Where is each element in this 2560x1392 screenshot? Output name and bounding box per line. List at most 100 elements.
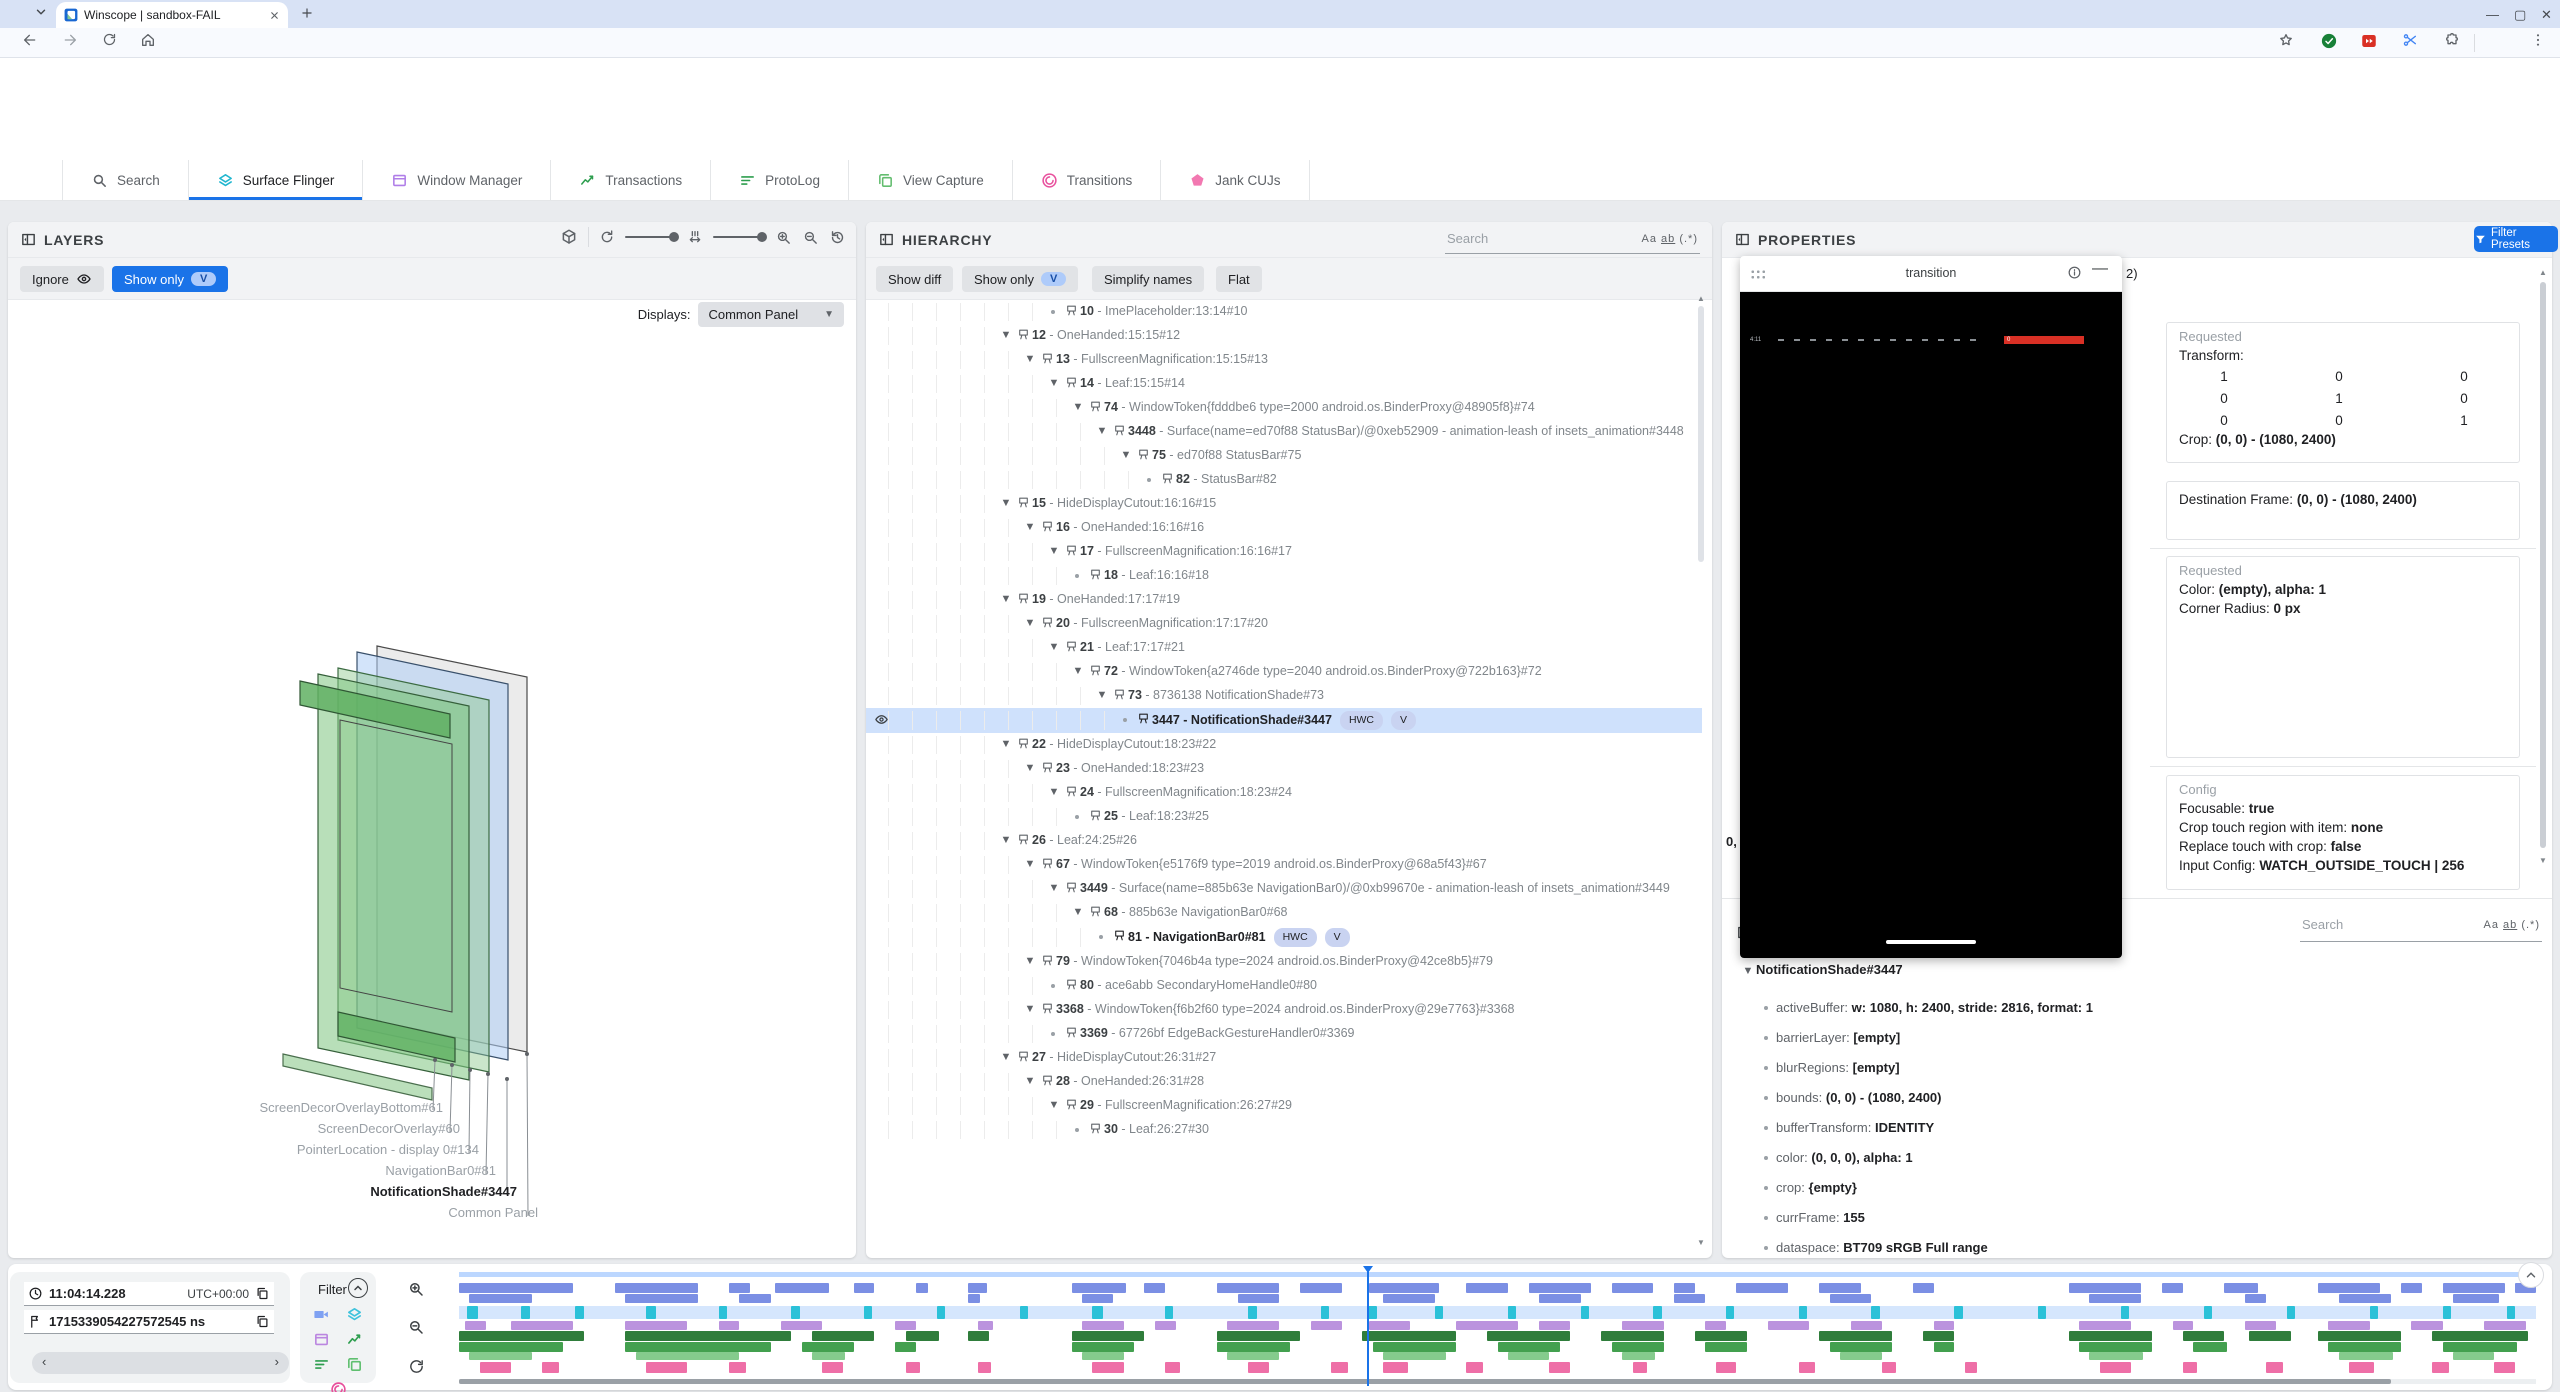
timeline-segment[interactable] xyxy=(2484,1321,2526,1330)
timeline-segment[interactable] xyxy=(2245,1294,2266,1303)
property-item-barrierLayer[interactable]: barrierLayer: [empty] xyxy=(1776,1030,1900,1045)
expander-arrow-icon[interactable]: ▼ xyxy=(1046,375,1062,392)
timeline-segment[interactable] xyxy=(906,1331,939,1341)
timeline-segment[interactable] xyxy=(2401,1283,2422,1293)
property-item-color[interactable]: color: (0, 0, 0), alpha: 1 xyxy=(1776,1150,1913,1165)
expander-arrow-icon[interactable]: ▼ xyxy=(1022,1001,1038,1018)
expander-arrow-icon[interactable]: ▼ xyxy=(1046,543,1062,560)
tree-row-29[interactable]: ▼29 - FullscreenMagnification:26:27#29 xyxy=(866,1094,1702,1118)
show-diff-chip[interactable]: Show diff xyxy=(876,266,953,292)
trace-row-green[interactable] xyxy=(459,1342,2536,1352)
scroll-down-arrow[interactable]: ▼ xyxy=(1697,1238,1705,1247)
timeline-segment[interactable] xyxy=(1082,1352,1124,1360)
tree-row-10[interactable]: 10 - ImePlaceholder:13:14#10 xyxy=(866,300,1702,324)
timeline-segment[interactable] xyxy=(2318,1283,2380,1293)
timeline-segment[interactable] xyxy=(1238,1294,1280,1303)
timeline-segment[interactable] xyxy=(1331,1362,1348,1373)
transitions-icon[interactable] xyxy=(330,1381,347,1392)
trace-row-blue-2[interactable] xyxy=(459,1294,2536,1303)
tree-row-20[interactable]: ▼20 - FullscreenMagnification:17:17#20 xyxy=(866,612,1702,636)
timeline-segment[interactable] xyxy=(968,1294,980,1303)
timeline-segment[interactable] xyxy=(729,1362,746,1373)
timeline-segment[interactable] xyxy=(459,1283,573,1293)
tab-transitions[interactable]: Transitions xyxy=(1013,160,1162,200)
layer-label[interactable]: ScreenDecorOverlayBottom#61 xyxy=(143,1100,443,1115)
timeline-segment[interactable] xyxy=(1726,1306,1734,1319)
timeline-segment[interactable] xyxy=(1020,1306,1028,1319)
timeline-segment[interactable] xyxy=(1369,1283,1440,1293)
expander-arrow-icon[interactable]: ▼ xyxy=(1022,519,1038,536)
tab-window-manager[interactable]: Window Manager xyxy=(363,160,551,200)
timeline-segment[interactable] xyxy=(1248,1362,1269,1373)
expander-arrow-icon[interactable]: ▼ xyxy=(998,1049,1014,1066)
timeline-segment[interactable] xyxy=(719,1321,740,1330)
tree-row-17[interactable]: ▼17 - FullscreenMagnification:16:16#17 xyxy=(866,540,1702,564)
properties-scrollbar[interactable] xyxy=(2540,282,2546,848)
timeline-segment[interactable] xyxy=(812,1352,845,1360)
timeline-segment[interactable] xyxy=(1622,1352,1655,1360)
tree-row-3369[interactable]: 3369 - 67726bf EdgeBackGestureHandler0#3… xyxy=(866,1022,1702,1046)
timeline-segment[interactable] xyxy=(2453,1352,2495,1360)
timeline-segment[interactable] xyxy=(1466,1362,1483,1373)
timeline-segment[interactable] xyxy=(2443,1306,2451,1319)
tab-surface-flinger[interactable]: Surface Flinger xyxy=(189,160,364,200)
forward-icon[interactable] xyxy=(62,32,78,48)
timeline-segment[interactable] xyxy=(2328,1321,2370,1330)
scroll-up-arrow[interactable]: ▲ xyxy=(1697,294,1705,303)
tree-row-67[interactable]: ▼67 - WindowToken{e5176f9 type=2019 andr… xyxy=(866,853,1702,877)
timeline-segment[interactable] xyxy=(646,1362,688,1373)
timeline-segment[interactable] xyxy=(1217,1283,1279,1293)
tree-row-30[interactable]: 30 - Leaf:26:27#30 xyxy=(866,1118,1702,1142)
tab-search[interactable]: Search xyxy=(62,160,189,200)
timeline-segment[interactable] xyxy=(459,1342,563,1352)
timeline-segment[interactable] xyxy=(1965,1362,1977,1373)
tree-row-72[interactable]: ▼72 - WindowToken{a2746de type=2040 andr… xyxy=(866,660,1702,684)
videocam-icon[interactable] xyxy=(313,1306,330,1323)
regex-icon[interactable]: (.*) xyxy=(1679,233,1698,245)
timeline-segment[interactable] xyxy=(625,1321,687,1330)
timeline-segment[interactable] xyxy=(2339,1294,2391,1303)
timeline-segment[interactable] xyxy=(1466,1283,1508,1293)
expander-arrow-icon[interactable]: ▼ xyxy=(1070,904,1086,921)
filter-presets-button[interactable]: Filter Presets xyxy=(2474,226,2558,252)
match-word-icon[interactable]: ab xyxy=(2503,919,2517,931)
trace-row-pink[interactable] xyxy=(459,1362,2536,1373)
line-chart-icon[interactable] xyxy=(346,1331,363,1348)
timeline-segment[interactable] xyxy=(1695,1331,1747,1341)
next-frame-arrow[interactable]: › xyxy=(275,1354,279,1369)
tree-row-23[interactable]: ▼23 - OneHanded:18:23#23 xyxy=(866,757,1702,781)
timeline-segment[interactable] xyxy=(1830,1342,1892,1352)
timeline-segment[interactable] xyxy=(2162,1283,2183,1293)
timeline-horizontal-scrollbar[interactable] xyxy=(459,1379,2536,1384)
expander-arrow-icon[interactable]: ▼ xyxy=(1046,880,1062,897)
timeline-segment[interactable] xyxy=(2079,1342,2152,1352)
tree-row-74[interactable]: ▼74 - WindowToken{fdddbe6 type=2000 andr… xyxy=(866,396,1702,420)
properties-search-input[interactable]: Search Aa ab (.*) xyxy=(2300,912,2542,942)
timeline-segment[interactable] xyxy=(1633,1362,1648,1373)
window-maximize-button[interactable]: ▢ xyxy=(2514,8,2526,21)
timeline-segment[interactable] xyxy=(968,1331,989,1341)
timeline-segment[interactable] xyxy=(2411,1321,2442,1330)
collapse-filter-icon[interactable] xyxy=(348,1278,368,1298)
panel-dock-icon[interactable] xyxy=(878,231,895,248)
timeline-segment[interactable] xyxy=(2079,1321,2131,1330)
tree-row-73[interactable]: ▼73 - 8736138 NotificationShade#73 xyxy=(866,684,1702,708)
tab-protolog[interactable]: ProtoLog xyxy=(711,160,849,200)
tree-row-3447[interactable]: 3447 - NotificationShade#3447HWCV xyxy=(866,708,1702,733)
tree-row-22[interactable]: ▼22 - HideDisplayCutout:18:23#22 xyxy=(866,733,1702,757)
simplify-names-chip[interactable]: Simplify names xyxy=(1092,266,1204,292)
copy-icon[interactable] xyxy=(255,1314,270,1329)
tab-list-chevron-icon[interactable] xyxy=(34,5,48,19)
timeline-segment[interactable] xyxy=(1705,1342,1747,1352)
reset-view-icon[interactable] xyxy=(829,229,846,246)
timeline-segment[interactable] xyxy=(625,1342,770,1352)
timeline-segment[interactable] xyxy=(1819,1283,1861,1293)
visibility-eye-icon[interactable] xyxy=(874,712,889,727)
extensions-puzzle-icon[interactable] xyxy=(2444,32,2460,48)
timeline-segment[interactable] xyxy=(1539,1321,1570,1330)
timeline-segment[interactable] xyxy=(1830,1294,1872,1303)
property-item-blurRegions[interactable]: blurRegions: [empty] xyxy=(1776,1060,1900,1075)
tree-row-21[interactable]: ▼21 - Leaf:17:17#21 xyxy=(866,636,1702,660)
timeline-segment[interactable] xyxy=(1165,1362,1180,1373)
info-icon[interactable] xyxy=(2067,265,2082,280)
